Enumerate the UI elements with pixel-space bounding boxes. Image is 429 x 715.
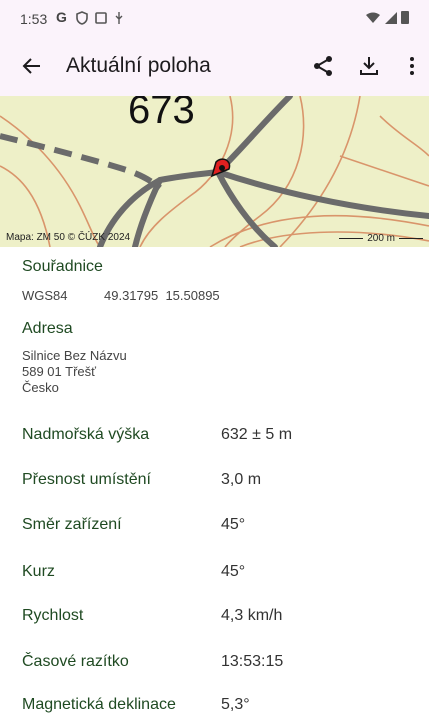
scale-label: 200 m [367, 233, 395, 244]
wifi-icon [366, 12, 381, 23]
square-icon [95, 12, 107, 24]
altitude-label: Nadmořská výška [22, 426, 150, 443]
accuracy-value: 3,0 m [221, 471, 262, 488]
speed-label: Rychlost [22, 607, 84, 624]
status-right-icons [366, 10, 409, 29]
more-vert-icon[interactable] [400, 54, 424, 78]
app-bar: Aktuální poloha [0, 38, 429, 96]
map-view[interactable]: 673 Mapa: ZM 50 © ČÚZK 2024 200 m [0, 96, 429, 247]
signal-icon [384, 12, 397, 24]
google-g-icon: G [56, 9, 67, 25]
map-trail [0, 133, 162, 191]
device-direction-value: 45° [221, 516, 246, 533]
scale-line-left [339, 238, 364, 239]
address-block[interactable]: Silnice Bez Názvu 589 01 Třešť Česko [22, 348, 127, 396]
battery-icon [401, 11, 409, 24]
accuracy-label: Přesnost umístění [22, 471, 151, 488]
address-line: 589 01 Třešť [22, 364, 97, 379]
altitude-value: 632 ± 5 m [221, 426, 293, 443]
map-elevation-label: 673 [128, 96, 195, 132]
speed-value: 4,3 km/h [221, 607, 283, 624]
shield-icon [76, 11, 88, 25]
status-time: 1:53 [20, 11, 48, 27]
course-label: Kurz [22, 563, 55, 580]
share-icon[interactable] [311, 54, 335, 78]
scale-line-right [399, 238, 423, 239]
map-attribution: Mapa: ZM 50 © ČÚZK 2024 [6, 232, 131, 243]
coordinate-system: WGS84 [22, 288, 68, 303]
address-heading: Adresa [22, 320, 73, 337]
coordinates-heading: Souřadnice [22, 258, 103, 275]
back-arrow-icon[interactable] [20, 54, 44, 78]
status-bar: 1:53 G [0, 0, 429, 38]
coordinate-value[interactable]: 49.31795 15.50895 [104, 288, 220, 303]
address-line: Česko [22, 380, 59, 395]
address-line: Silnice Bez Názvu [22, 348, 127, 363]
map-scale: 200 m [335, 233, 427, 244]
magnetic-declination-value: 5,3° [221, 696, 250, 713]
page-title: Aktuální poloha [66, 54, 211, 77]
timestamp-value: 13:53:15 [221, 653, 284, 670]
course-value: 45° [221, 563, 246, 580]
device-direction-label: Směr zařízení [22, 516, 122, 533]
map-canvas [0, 96, 429, 247]
magnetic-declination-label: Magnetická deklinace [22, 696, 176, 713]
usb-icon [115, 12, 123, 24]
timestamp-label: Časové razítko [22, 653, 129, 670]
download-icon[interactable] [357, 54, 381, 78]
